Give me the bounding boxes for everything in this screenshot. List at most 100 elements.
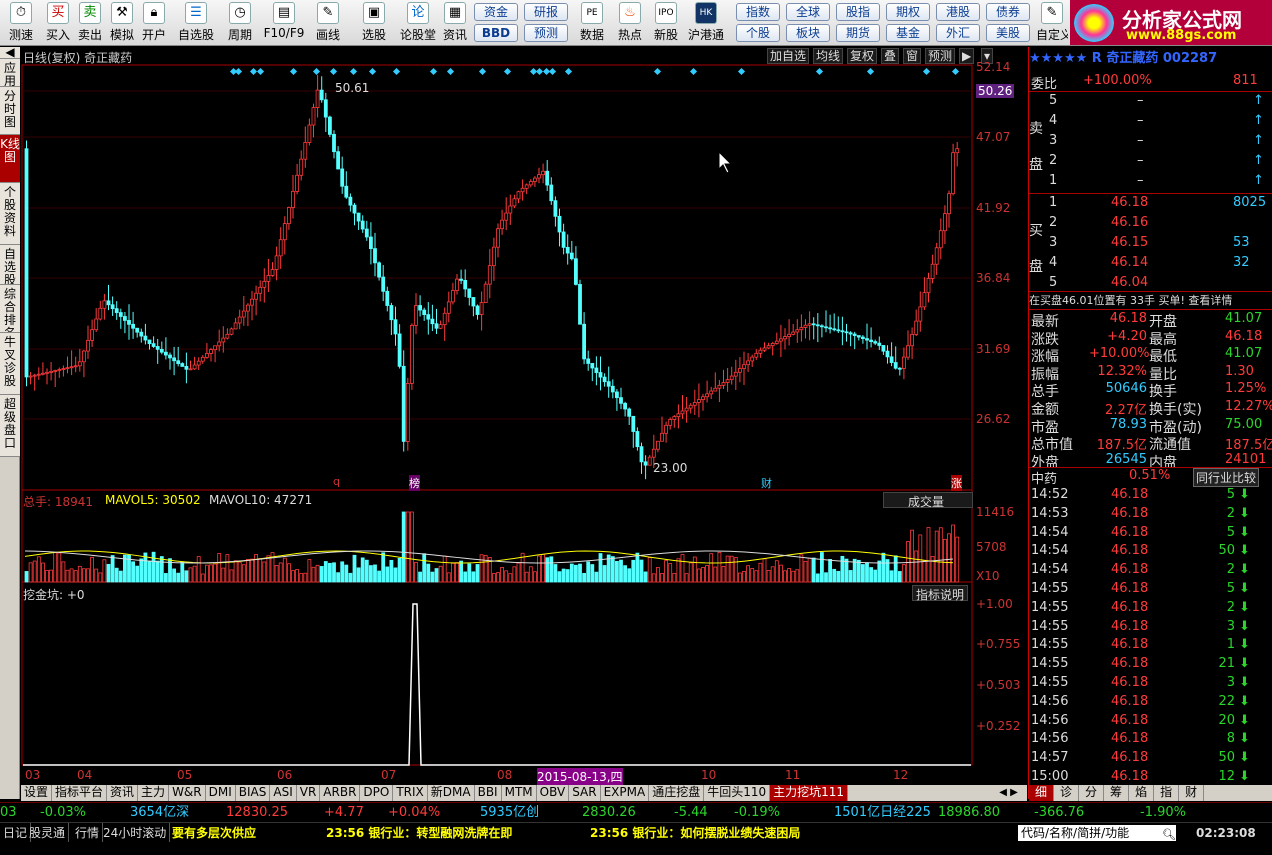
stock-screen-button[interactable]: ▣ 选股 bbox=[356, 2, 392, 44]
kline-chart-panel[interactable]: 日线(复权) 奇正藏药 加自选 均线 复权叠窗预测 ▶ ▾ 52.14 50.26 47.0… bbox=[21, 47, 1027, 799]
right-tab-4[interactable]: 焰 bbox=[1129, 785, 1155, 801]
indicator-tab-9[interactable]: ARBR bbox=[320, 785, 361, 801]
event-marker[interactable]: q bbox=[333, 475, 340, 488]
indicator-tab-3[interactable]: 主力 bbox=[138, 785, 170, 801]
pill-forecast[interactable]: 预测 bbox=[524, 24, 568, 42]
news-headline[interactable]: 23:56 银行业：转型融网洗牌在即 bbox=[326, 823, 512, 842]
news-button[interactable]: ▦ 资讯 bbox=[440, 2, 470, 44]
draw-line-button[interactable]: ✎ 画线 bbox=[310, 2, 346, 44]
pill-research[interactable]: 研报 bbox=[524, 3, 568, 21]
left-tab-6[interactable]: 牛叉诊股 bbox=[0, 333, 20, 395]
indicator-tab-18[interactable]: 通庄挖盘 bbox=[649, 785, 705, 801]
buy-level-row[interactable]: 1 46.18 8025 bbox=[1029, 195, 1272, 214]
pill-bbd[interactable]: BBD bbox=[474, 24, 518, 42]
indicator-tab-1[interactable]: 指标平台 bbox=[52, 785, 108, 801]
pill-sectors[interactable]: 板块 bbox=[786, 24, 830, 42]
left-tab-1[interactable]: 分时图 bbox=[0, 87, 20, 135]
price-chart[interactable] bbox=[21, 47, 1027, 799]
news-headline[interactable]: 23:56 银行业：如何摆脱业绩失速困局 bbox=[590, 823, 800, 842]
indicator-tab-11[interactable]: TRIX bbox=[393, 785, 428, 801]
open-account-button[interactable]: 🔒︎ 开户 bbox=[138, 2, 170, 44]
event-marker[interactable]: 财 bbox=[761, 475, 772, 491]
indicator-tab-2[interactable]: 资讯 bbox=[107, 785, 139, 801]
collapse-arrow-icon[interactable]: ◀ bbox=[0, 46, 20, 59]
indicator-tab-13[interactable]: BBI bbox=[475, 785, 502, 801]
industry-compare-button[interactable]: 同行业比较 bbox=[1193, 468, 1260, 487]
indicator-tab-4[interactable]: W&R bbox=[169, 785, 206, 801]
news-headline[interactable]: 要有多层次供应 bbox=[172, 823, 256, 842]
sell-level-row[interactable]: 2– ↑ bbox=[1029, 153, 1272, 172]
sell-level-row[interactable]: 1– ↑ bbox=[1029, 173, 1272, 192]
indicator-tab-20[interactable]: 主力挖坑111 bbox=[770, 785, 849, 801]
hotspot-button[interactable]: ♨ 热点 bbox=[614, 2, 646, 44]
right-tab-2[interactable]: 分 bbox=[1079, 785, 1105, 801]
news-tab-3[interactable]: 24小时滚动 bbox=[100, 823, 171, 842]
custom-button[interactable]: ✎自定义 bbox=[1036, 2, 1068, 44]
right-tab-1[interactable]: 诊 bbox=[1054, 785, 1080, 801]
indicator-tab-17[interactable]: EXPMA bbox=[601, 785, 650, 801]
indicator-tab-10[interactable]: DPO bbox=[360, 785, 394, 801]
buy-button[interactable]: 买买入 bbox=[42, 2, 74, 44]
pill-index[interactable]: 指数 bbox=[736, 3, 780, 21]
indicator-tab-5[interactable]: DMI bbox=[206, 785, 236, 801]
news-tab-1[interactable]: 股灵通 bbox=[26, 823, 70, 842]
buy-level-row[interactable]: 2 46.16 bbox=[1029, 215, 1272, 234]
indicator-tab-8[interactable]: VR bbox=[297, 785, 321, 801]
sell-level-row[interactable]: 5– ↑ bbox=[1029, 93, 1272, 112]
indicator-tab-19[interactable]: 牛回头110 bbox=[704, 785, 771, 801]
indicator-tab-16[interactable]: SAR bbox=[569, 785, 601, 801]
buy-level-row[interactable]: 4 46.14 32 bbox=[1029, 255, 1272, 274]
right-tab-6[interactable]: 财 bbox=[1179, 785, 1205, 801]
order-notice[interactable]: 在买盘46.01位置有 33手 买单! 查看详情 bbox=[1029, 291, 1272, 310]
pill-stock-index[interactable]: 股指 bbox=[836, 3, 880, 21]
search-icon[interactable]: 🔍︎ bbox=[1162, 825, 1176, 842]
right-tab-3[interactable]: 筹 bbox=[1104, 785, 1130, 801]
indicator-tab-6[interactable]: BIAS bbox=[236, 785, 271, 801]
f10-button[interactable]: ▤ F10/F9 bbox=[262, 2, 306, 44]
pill-stocks[interactable]: 个股 bbox=[736, 24, 780, 42]
left-tab-7[interactable]: 超级盘口 bbox=[0, 395, 20, 457]
buy-level-row[interactable]: 3 46.15 53 bbox=[1029, 235, 1272, 254]
event-marker[interactable]: 榜 bbox=[409, 475, 420, 491]
pill-forex[interactable]: 外汇 bbox=[936, 24, 980, 42]
news-tab-2[interactable]: 行情 bbox=[72, 823, 104, 842]
left-tab-4[interactable]: 自选股 bbox=[0, 245, 20, 285]
indicator-tab-15[interactable]: OBV bbox=[537, 785, 570, 801]
indicator-help-button[interactable]: 指标说明 bbox=[912, 585, 969, 602]
indicator-tab-14[interactable]: MTM bbox=[502, 785, 537, 801]
left-tab-0[interactable]: 应用 bbox=[0, 59, 20, 87]
sell-level-row[interactable]: 4– ↑ bbox=[1029, 113, 1272, 132]
indicator-tab-12[interactable]: 新DMA bbox=[428, 785, 475, 801]
data-button[interactable]: PE 数据 bbox=[576, 2, 608, 44]
pill-us-stocks[interactable]: 美股 bbox=[986, 24, 1030, 42]
pill-options[interactable]: 期权 bbox=[886, 3, 930, 21]
left-tab-5[interactable]: 综合排名 bbox=[0, 285, 20, 333]
pill-hk-stocks[interactable]: 港股 bbox=[936, 3, 980, 21]
watchlist-button[interactable]: ☰ 自选股 bbox=[174, 2, 218, 44]
indicator-tab-7[interactable]: ASI bbox=[270, 785, 297, 801]
hk-connect-button[interactable]: HK 沪港通 bbox=[686, 2, 726, 44]
pill-funds-2[interactable]: 基金 bbox=[886, 24, 930, 42]
sell-level-row[interactable]: 3– ↑ bbox=[1029, 133, 1272, 152]
period-button[interactable]: ◷ 周期 bbox=[220, 2, 260, 44]
right-tab-5[interactable]: 指 bbox=[1154, 785, 1180, 801]
pill-global[interactable]: 全球 bbox=[786, 3, 830, 21]
indicator-tab-0[interactable]: 设置 bbox=[21, 785, 53, 801]
event-marker[interactable]: 涨 bbox=[951, 475, 962, 491]
pill-futures[interactable]: 期货 bbox=[836, 24, 880, 42]
tab-scroll-arrows[interactable]: ◀ ▶ bbox=[990, 785, 1027, 801]
right-tab-0[interactable]: 细 bbox=[1029, 785, 1055, 801]
new-stock-button[interactable]: IPO 新股 bbox=[650, 2, 682, 44]
left-tab-3[interactable]: 个股资料 bbox=[0, 183, 20, 245]
code-search-input[interactable]: 代码/名称/简拼/功能 bbox=[1018, 825, 1176, 841]
forum-button[interactable]: 论论股堂 bbox=[396, 2, 440, 44]
left-tab-2[interactable]: K线图 bbox=[0, 135, 20, 183]
volume-bar bbox=[664, 560, 668, 583]
volume-bar bbox=[434, 568, 439, 583]
simulate-button[interactable]: ⚒ 模拟 bbox=[106, 2, 138, 44]
volume-indicator-dropdown[interactable]: 成交量 bbox=[883, 492, 973, 509]
speed-test-button[interactable]: ⏱ 测速 bbox=[4, 2, 38, 44]
pill-bonds[interactable]: 债券 bbox=[986, 3, 1030, 21]
pill-funds[interactable]: 资金 bbox=[474, 3, 518, 21]
sell-button[interactable]: 卖卖出 bbox=[74, 2, 106, 44]
